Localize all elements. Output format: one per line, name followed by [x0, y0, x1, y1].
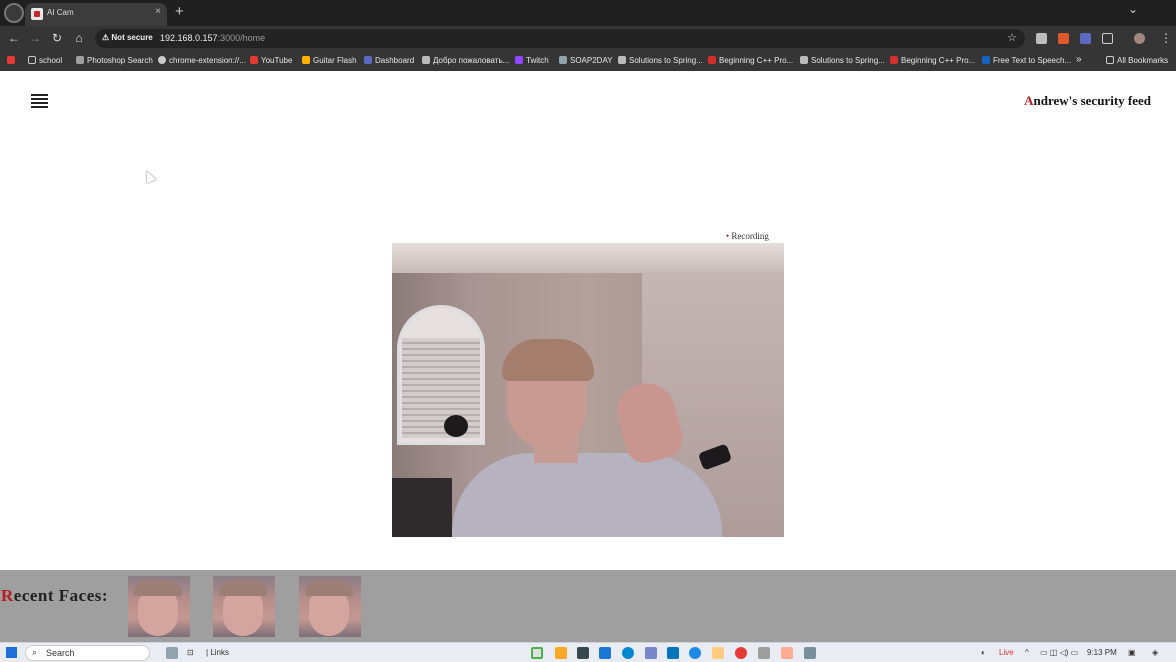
home-icon[interactable]: ⌂ — [71, 31, 87, 45]
bookmark-item[interactable]: SOAP2DAY — [559, 56, 613, 65]
extension-icon[interactable] — [1036, 33, 1047, 44]
camera-feed — [392, 243, 784, 537]
notification-icon[interactable]: ▣ — [1128, 648, 1136, 657]
app-icon[interactable] — [781, 647, 793, 659]
bookmark-item[interactable]: Photoshop Search — [76, 56, 153, 65]
security-indicator[interactable]: ⚠ Not secure — [102, 33, 153, 42]
bookmark-item[interactable]: Dashboard — [364, 56, 414, 65]
windows-taskbar: ⌕ Search ⊡ | Links ◐ Live ^ ▭ ◫ ◁) ▭ 9:1… — [0, 642, 1176, 662]
bookmark-item[interactable]: Beginning C++ Pro... — [890, 56, 975, 65]
profile-icon[interactable] — [4, 3, 24, 23]
bookmark-item[interactable]: Twitch — [515, 56, 549, 65]
vscode-icon[interactable] — [667, 647, 679, 659]
forward-arrow-icon[interactable]: → — [27, 31, 43, 45]
app-icon[interactable] — [689, 647, 701, 659]
window-minimize-button[interactable]: ⌄ — [1128, 2, 1138, 16]
app-icon[interactable] — [712, 647, 724, 659]
system-tray-icons[interactable]: ▭ ◫ ◁) ▭ — [1040, 648, 1078, 657]
mouse-cursor-icon — [141, 168, 157, 184]
address-bar[interactable]: ⚠ Not secure 192.168.0.157:3000/home ☆ — [95, 29, 1025, 48]
bookmark-youtube-icon[interactable] — [7, 56, 18, 65]
hamburger-menu-icon[interactable] — [31, 94, 48, 108]
all-bookmarks-button[interactable]: All Bookmarks — [1106, 56, 1168, 65]
bookmark-item[interactable]: chrome-extension://... — [158, 56, 246, 65]
browser-tab-strip: AI Cam × + ⌄ — [0, 0, 1176, 26]
url-text[interactable]: 192.168.0.157:3000/home — [160, 33, 265, 43]
bookmark-item[interactable]: Beginning C++ Pro... — [708, 56, 793, 65]
bookmark-item[interactable]: Solutions to Spring... — [618, 56, 703, 65]
bookmark-item[interactable]: Добро пожаловать... — [422, 56, 509, 65]
search-icon: ⌕ — [32, 647, 38, 657]
camera-favicon-icon — [31, 8, 43, 20]
browser-toolbar: ← → ↻ ⌂ ⚠ Not secure 192.168.0.157:3000/… — [0, 26, 1176, 51]
task-view-icon[interactable] — [166, 647, 178, 659]
widgets-icon[interactable]: ⊡ — [187, 648, 194, 657]
folder-icon — [28, 56, 36, 64]
bookmarks-bar: school Photoshop Search chrome-extension… — [0, 51, 1176, 71]
app-icon[interactable] — [735, 647, 747, 659]
app-icon[interactable] — [804, 647, 816, 659]
bookmark-star-icon[interactable]: ☆ — [1007, 31, 1017, 44]
tab-ai-cam[interactable]: AI Cam × — [25, 3, 167, 26]
links-toolbar[interactable]: | Links — [206, 648, 229, 657]
bookmark-item[interactable]: Free Text to Speech... — [982, 56, 1071, 65]
bookmark-item[interactable]: Solutions to Spring... — [800, 56, 885, 65]
extension-chart-icon[interactable] — [1080, 33, 1091, 44]
start-windows-icon[interactable] — [6, 647, 17, 658]
security-feed-page: Andrew's security feed • Recording — [0, 71, 1176, 570]
tab-title: AI Cam — [47, 8, 74, 17]
recording-dot-icon: • — [726, 231, 730, 241]
weather-live-label[interactable]: Live — [999, 648, 1014, 657]
page-title: Andrew's security feed — [1024, 93, 1151, 108]
weather-icon[interactable]: ◐ — [981, 648, 986, 657]
file-explorer-icon[interactable] — [555, 647, 567, 659]
browser-menu-icon[interactable]: ⋮ — [1160, 31, 1172, 45]
edge-icon[interactable] — [622, 647, 634, 659]
extension-fox-icon[interactable] — [1058, 33, 1069, 44]
clock[interactable]: 9:13 PM — [1087, 648, 1117, 657]
recent-faces-label: Recent Faces: — [1, 586, 109, 605]
copilot-icon[interactable]: ◈ — [1152, 648, 1158, 657]
new-tab-button[interactable]: + — [175, 3, 184, 20]
back-arrow-icon[interactable]: ← — [6, 31, 22, 45]
recent-faces-bar: Recent Faces: — [0, 570, 1176, 642]
reload-icon[interactable]: ↻ — [49, 31, 65, 45]
bookmarks-overflow-button[interactable]: » — [1076, 54, 1082, 65]
bookmark-item[interactable]: Guitar Flash — [302, 56, 357, 65]
extensions-puzzle-icon[interactable] — [1102, 33, 1113, 44]
mail-icon[interactable] — [599, 647, 611, 659]
recent-face-thumbnail[interactable] — [299, 576, 361, 637]
chevron-up-icon[interactable]: ^ — [1025, 648, 1029, 657]
tab-close-icon[interactable]: × — [155, 6, 161, 17]
recent-face-thumbnail[interactable] — [213, 576, 275, 637]
chrome-app-icon[interactable] — [531, 647, 543, 659]
recording-indicator: • Recording — [726, 231, 769, 241]
profile-avatar-icon[interactable] — [1134, 33, 1145, 44]
app-icon[interactable] — [645, 647, 657, 659]
calculator-icon[interactable] — [577, 647, 589, 659]
bookmark-item[interactable]: school — [28, 56, 62, 65]
taskbar-search-box[interactable]: ⌕ Search — [25, 645, 150, 661]
folder-icon — [1106, 56, 1114, 64]
app-icon[interactable] — [758, 647, 770, 659]
recent-face-thumbnail[interactable] — [128, 576, 190, 637]
bookmark-item[interactable]: YouTube — [250, 56, 292, 65]
